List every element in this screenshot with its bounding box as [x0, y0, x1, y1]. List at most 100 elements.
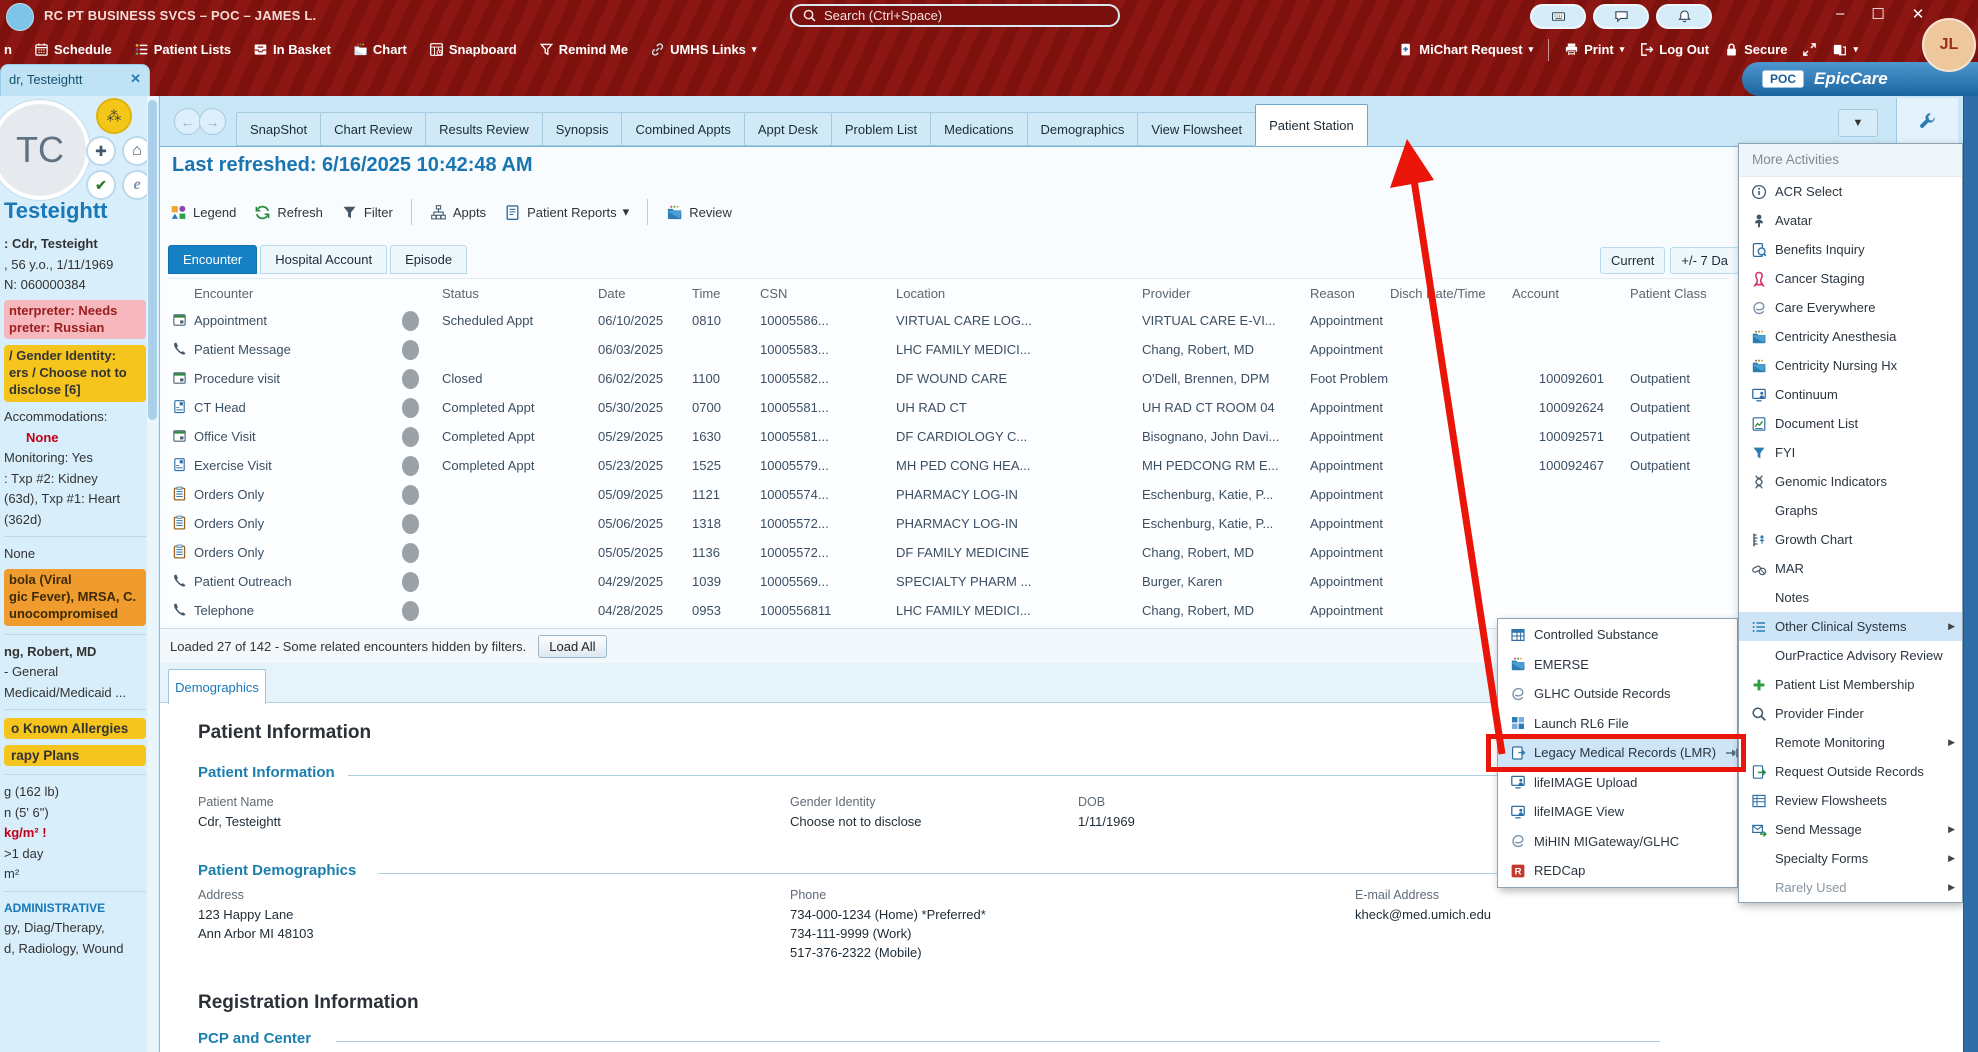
toolbar-item-chart[interactable]: Chart [353, 42, 407, 57]
patient-badge[interactable]: rapy Plans [4, 745, 146, 766]
toolbar-item-patient-lists[interactable]: Patient Lists [134, 42, 231, 57]
toolbar-item-in-basket[interactable]: In Basket [253, 42, 331, 57]
legend-button[interactable]: Legend [170, 204, 236, 221]
sidebar-scrollbar[interactable] [147, 96, 158, 1052]
submenu-item-launch-rl6-file[interactable]: Launch RL6 File [1498, 709, 1737, 739]
menu-item-remote-monitoring[interactable]: Remote Monitoring▶ [1739, 728, 1962, 757]
table-row[interactable]: Orders Only05/09/2025112110005574...PHAR… [168, 480, 1730, 509]
care-team-icon[interactable]: ⁂ [96, 98, 132, 134]
notifications-button[interactable] [1656, 4, 1712, 29]
submenu-item-lifeimage-upload[interactable]: lifeIMAGE Upload [1498, 768, 1737, 798]
submenu-item-legacy-medical-records-lmr[interactable]: Legacy Medical Records (LMR) [1498, 738, 1737, 768]
table-row[interactable]: Telephone04/28/202509531000556811LHC FAM… [168, 596, 1730, 625]
review-button[interactable]: Review [666, 204, 732, 221]
range-current[interactable]: Current [1600, 247, 1665, 274]
filter-button[interactable]: Filter [341, 204, 393, 221]
tab-problem-list[interactable]: Problem List [831, 112, 931, 146]
viewtab-episode[interactable]: Episode [390, 245, 467, 274]
switch-workspace-button[interactable]: ▾ [1832, 42, 1858, 57]
table-row[interactable]: Orders Only05/06/2025131810005572...PHAR… [168, 509, 1730, 538]
toolbar-item-remind-me[interactable]: Remind Me [539, 42, 628, 57]
load-all-button[interactable]: Load All [538, 635, 606, 658]
table-row[interactable]: Exercise VisitCompleted Appt05/23/202515… [168, 451, 1730, 480]
tab-snapshot[interactable]: SnapShot [236, 112, 321, 146]
patient-avatar[interactable]: TC [0, 100, 90, 200]
table-row[interactable]: Office VisitCompleted Appt05/29/20251630… [168, 422, 1730, 451]
customize-button[interactable] [1896, 98, 1958, 144]
menu-item-patient-list-membership[interactable]: Patient List Membership [1739, 670, 1962, 699]
toolbar-item-michart-request[interactable]: MiChart Request▾ [1399, 42, 1533, 57]
menu-item-benefits-inquiry[interactable]: Benefits Inquiry [1739, 235, 1962, 264]
user-avatar[interactable]: JL [1922, 18, 1976, 72]
menu-item-document-list[interactable]: Document List [1739, 409, 1962, 438]
patient-badge[interactable]: o Known Allergies [4, 718, 146, 739]
close-window-button[interactable]: ✕ [1912, 5, 1925, 23]
submenu-item-mihin-migateway-glhc[interactable]: MiHIN MIGateway/GLHC [1498, 827, 1737, 857]
menu-item-acr-select[interactable]: ACR Select [1739, 177, 1962, 206]
minimize-button[interactable]: – [1836, 5, 1844, 23]
menu-item-centricity-nursing-hx[interactable]: Centricity Nursing Hx [1739, 351, 1962, 380]
appts-button[interactable]: Appts [430, 204, 486, 221]
global-search-input[interactable]: Search (Ctrl+Space) [790, 4, 1120, 27]
maximize-button[interactable]: ☐ [1871, 5, 1884, 23]
tab-view-flowsheet[interactable]: View Flowsheet [1137, 112, 1256, 146]
patient-reports-button[interactable]: Patient Reports▾ [504, 204, 629, 221]
menu-item-provider-finder[interactable]: Provider Finder [1739, 699, 1962, 728]
tab-synopsis[interactable]: Synopsis [542, 112, 623, 146]
tab-appt-desk[interactable]: Appt Desk [744, 112, 832, 146]
menu-item-centricity-anesthesia[interactable]: Centricity Anesthesia [1739, 322, 1962, 351]
tab-demographics[interactable]: Demographics [1027, 112, 1139, 146]
viewtab-hospital-account[interactable]: Hospital Account [260, 245, 387, 274]
forward-button[interactable]: → [199, 108, 226, 135]
menu-item-mar[interactable]: MAR [1739, 554, 1962, 583]
chat-button[interactable] [1593, 4, 1649, 29]
toolbar-item-snapboard[interactable]: Snapboard [429, 42, 517, 57]
tab-medications[interactable]: Medications [930, 112, 1027, 146]
close-icon[interactable]: ✕ [130, 71, 141, 87]
submenu-item-lifeimage-view[interactable]: lifeIMAGE View [1498, 797, 1737, 827]
menu-item-growth-chart[interactable]: Growth Chart [1739, 525, 1962, 554]
menu-item-notes[interactable]: Notes [1739, 583, 1962, 612]
toolbar-item-log-out[interactable]: Log Out [1639, 42, 1709, 57]
menu-item-care-everywhere[interactable]: Care Everywhere [1739, 293, 1962, 322]
menu-item-send-message[interactable]: Send Message▶ [1739, 815, 1962, 844]
toolbar-item-secure[interactable]: Secure [1724, 42, 1787, 57]
menu-item-specialty-forms[interactable]: Specialty Forms▶ [1739, 844, 1962, 873]
submenu-item-emerse[interactable]: EMERSE [1498, 650, 1737, 680]
back-button[interactable]: ← [174, 108, 201, 135]
keyboard-shortcuts-button[interactable] [1530, 4, 1586, 29]
submenu-item-controlled-substance[interactable]: Controlled Substance [1498, 620, 1737, 650]
menu-item-request-outside-records[interactable]: Request Outside Records [1739, 757, 1962, 786]
menu-item-other-clinical-systems[interactable]: Other Clinical Systems▶ [1739, 612, 1962, 641]
menu-item-graphs[interactable]: Graphs [1739, 496, 1962, 525]
more-activities-dropdown-button[interactable]: ▼ [1838, 109, 1878, 137]
menu-item-avatar[interactable]: Avatar [1739, 206, 1962, 235]
toolbar-item-schedule[interactable]: Schedule [34, 42, 112, 57]
table-row[interactable]: CT HeadCompleted Appt05/30/2025070010005… [168, 393, 1730, 422]
tab-demographics[interactable]: Demographics [168, 669, 266, 704]
monitor-check-icon[interactable]: ✔ [86, 170, 116, 200]
table-row[interactable]: Procedure visitClosed06/02/2025110010005… [168, 364, 1730, 393]
menu-item-rarely-used[interactable]: Rarely Used▶ [1739, 873, 1962, 902]
table-row[interactable]: Orders Only05/05/2025113610005572...DF F… [168, 538, 1730, 567]
submenu-item-redcap[interactable]: RREDCap [1498, 856, 1737, 886]
table-row[interactable]: Patient Message06/03/202510005583...LHC … [168, 335, 1730, 364]
epic-logo-icon[interactable] [6, 3, 34, 31]
menu-item-continuum[interactable]: Continuum [1739, 380, 1962, 409]
range-7-da[interactable]: +/- 7 Da [1670, 247, 1739, 274]
tab-combined-appts[interactable]: Combined Appts [621, 112, 744, 146]
toolbar-item-umhs-links[interactable]: UMHS Links▾ [650, 42, 756, 57]
tab-chart-review[interactable]: Chart Review [320, 112, 426, 146]
table-row[interactable]: AppointmentScheduled Appt06/10/202508101… [168, 306, 1730, 335]
menu-item-fyi[interactable]: FYI [1739, 438, 1962, 467]
menu-item-cancer-staging[interactable]: Cancer Staging [1739, 264, 1962, 293]
first-aid-icon[interactable]: ✚ [86, 136, 116, 166]
patient-chart-tab[interactable]: dr, Testeightt ✕ [0, 64, 150, 96]
toolbar-item-print[interactable]: Print▾ [1564, 42, 1624, 57]
expand-button[interactable] [1802, 42, 1817, 57]
refresh-button[interactable]: Refresh [254, 204, 323, 221]
tab-patient-station[interactable]: Patient Station [1255, 104, 1368, 146]
viewtab-encounter[interactable]: Encounter [168, 245, 257, 274]
submenu-item-glhc-outside-records[interactable]: GLHC Outside Records [1498, 679, 1737, 709]
table-row[interactable]: Patient Outreach04/29/2025103910005569..… [168, 567, 1730, 596]
